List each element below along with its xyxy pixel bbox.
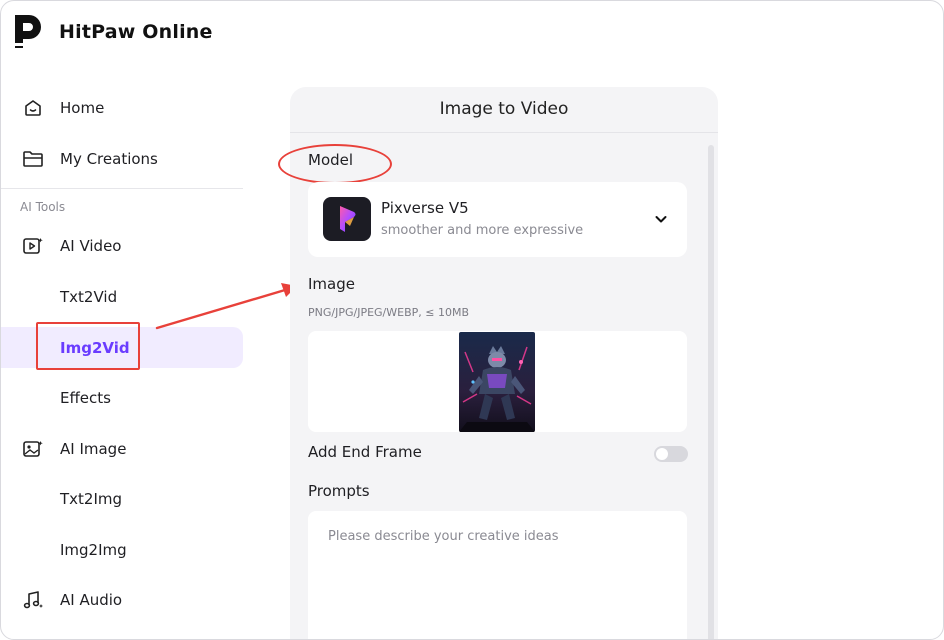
app-title[interactable]: HitPaw Online [59,21,213,43]
sidebar-item-home[interactable]: Home [1,88,243,128]
annotation-highlight-box [36,322,140,370]
model-select[interactable]: Pixverse V5 smoother and more expressive [308,182,687,257]
sidebar-item-label: AI Video [60,237,122,255]
home-icon [22,97,44,119]
prompts-label: Prompts [308,482,370,500]
ai-audio-icon [22,589,44,611]
model-description: smoother and more expressive [381,223,584,238]
hitpaw-logo-icon[interactable] [11,13,47,53]
prompt-input[interactable] [308,511,687,639]
annotation-arrow [155,283,297,330]
toggle-knob [656,448,668,460]
ai-image-icon [22,438,44,460]
panel-title: Image to Video [439,99,569,119]
chevron-down-icon[interactable] [652,210,670,228]
sidebar-item-img2img[interactable]: Img2Img [1,530,243,570]
sidebar-divider [1,188,243,189]
sidebar-item-label: AI Image [60,440,127,458]
sidebar-item-label: Txt2Vid [60,288,118,306]
sidebar-item-label: AI Audio [60,591,123,609]
prompt-field-container [308,511,687,639]
add-end-frame-label: Add End Frame [308,443,422,461]
sidebar-item-label: Effects [60,389,111,407]
model-name: Pixverse V5 [381,199,469,217]
uploaded-image-thumbnail[interactable] [459,332,535,432]
scrollbar[interactable] [708,145,714,639]
folder-icon [22,148,44,170]
sidebar-item-my-creations[interactable]: My Creations [1,139,243,179]
sidebar-item-ai-video[interactable]: AI Video [1,226,243,266]
sidebar-item-txt2img[interactable]: Txt2Img [1,479,243,519]
add-end-frame-toggle[interactable] [654,446,688,462]
image-format-hint: PNG/JPG/JPEG/WEBP, ≤ 10MB [308,306,470,319]
section-label-ai-tools: AI Tools [20,200,66,214]
sidebar-item-label: My Creations [60,150,158,168]
image-upload-area[interactable] [308,331,687,432]
image-label: Image [308,275,355,293]
sidebar-item-label: Home [60,99,105,117]
sidebar-item-label: Img2Img [60,541,127,559]
sidebar-item-effects[interactable]: Effects [1,378,243,418]
panel-divider [290,132,718,133]
app-window: HitPaw Online Home My Creations AI Tools… [0,0,944,640]
ai-video-icon [22,235,44,257]
image-to-video-panel: Image to Video Model Pixverse V5 smoothe… [278,87,718,639]
annotation-circle [278,144,392,184]
sidebar-item-ai-image[interactable]: AI Image [1,429,243,469]
sidebar-item-label: Txt2Img [60,490,123,508]
pixverse-logo-icon [323,197,371,241]
sidebar-item-ai-audio[interactable]: AI Audio [1,580,243,620]
